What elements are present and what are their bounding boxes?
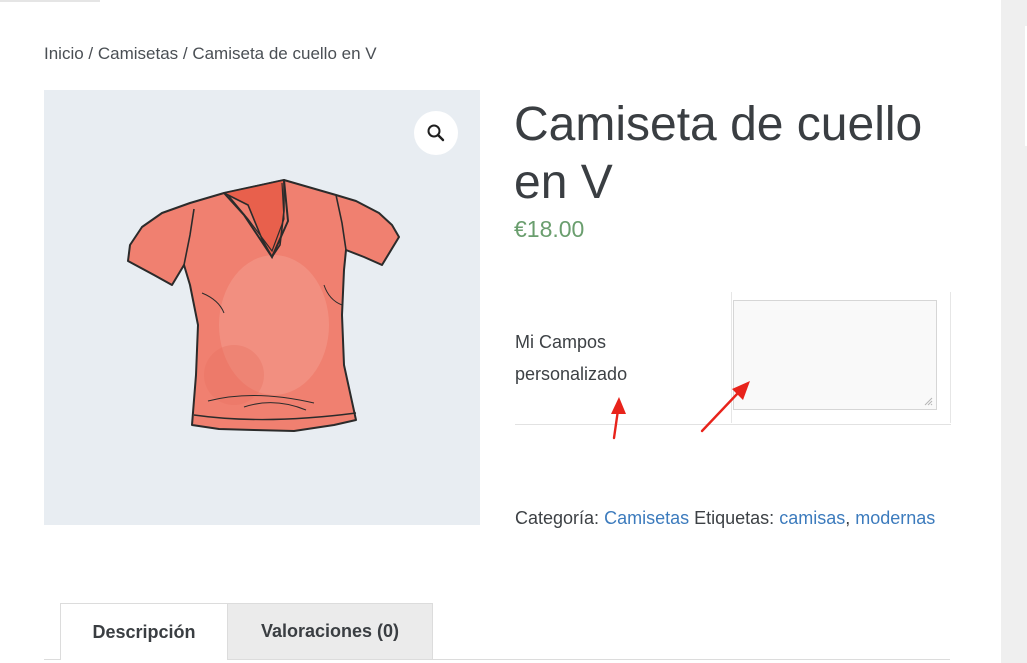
tag-link[interactable]: camisas xyxy=(779,508,845,528)
tag-separator: , xyxy=(845,508,851,528)
product-price: €18.00 xyxy=(514,216,585,242)
custom-field-label: Mi Campos personalizado xyxy=(515,332,628,384)
custom-field-row: Mi Campos personalizado xyxy=(515,292,951,425)
product-meta: Categoría: Camisetas Etiquetas: camisas,… xyxy=(515,502,965,534)
tab-description[interactable]: Descripción xyxy=(60,603,228,660)
tab-reviews[interactable]: Valoraciones (0) xyxy=(227,603,433,659)
product-title: Camiseta de cuello en V xyxy=(514,98,923,209)
product-image-gallery[interactable] xyxy=(44,90,480,525)
category-link[interactable]: Camisetas xyxy=(604,508,689,528)
product-tabs: Descripción Valoraciones (0) xyxy=(44,603,950,663)
tshirt-illustration xyxy=(127,179,400,432)
tags-label: Etiquetas: xyxy=(694,508,775,528)
category-label: Categoría: xyxy=(515,508,600,528)
tag-link[interactable]: modernas xyxy=(855,508,935,528)
custom-field-textarea[interactable] xyxy=(733,300,937,410)
breadcrumb[interactable]: Inicio / Camisetas / Camiseta de cuello … xyxy=(44,44,377,64)
magnifier-icon xyxy=(427,124,445,142)
top-divider xyxy=(0,0,100,2)
resize-grip-icon[interactable] xyxy=(923,396,933,406)
zoom-button[interactable] xyxy=(414,111,458,155)
right-sidebar-edge xyxy=(1001,0,1027,663)
